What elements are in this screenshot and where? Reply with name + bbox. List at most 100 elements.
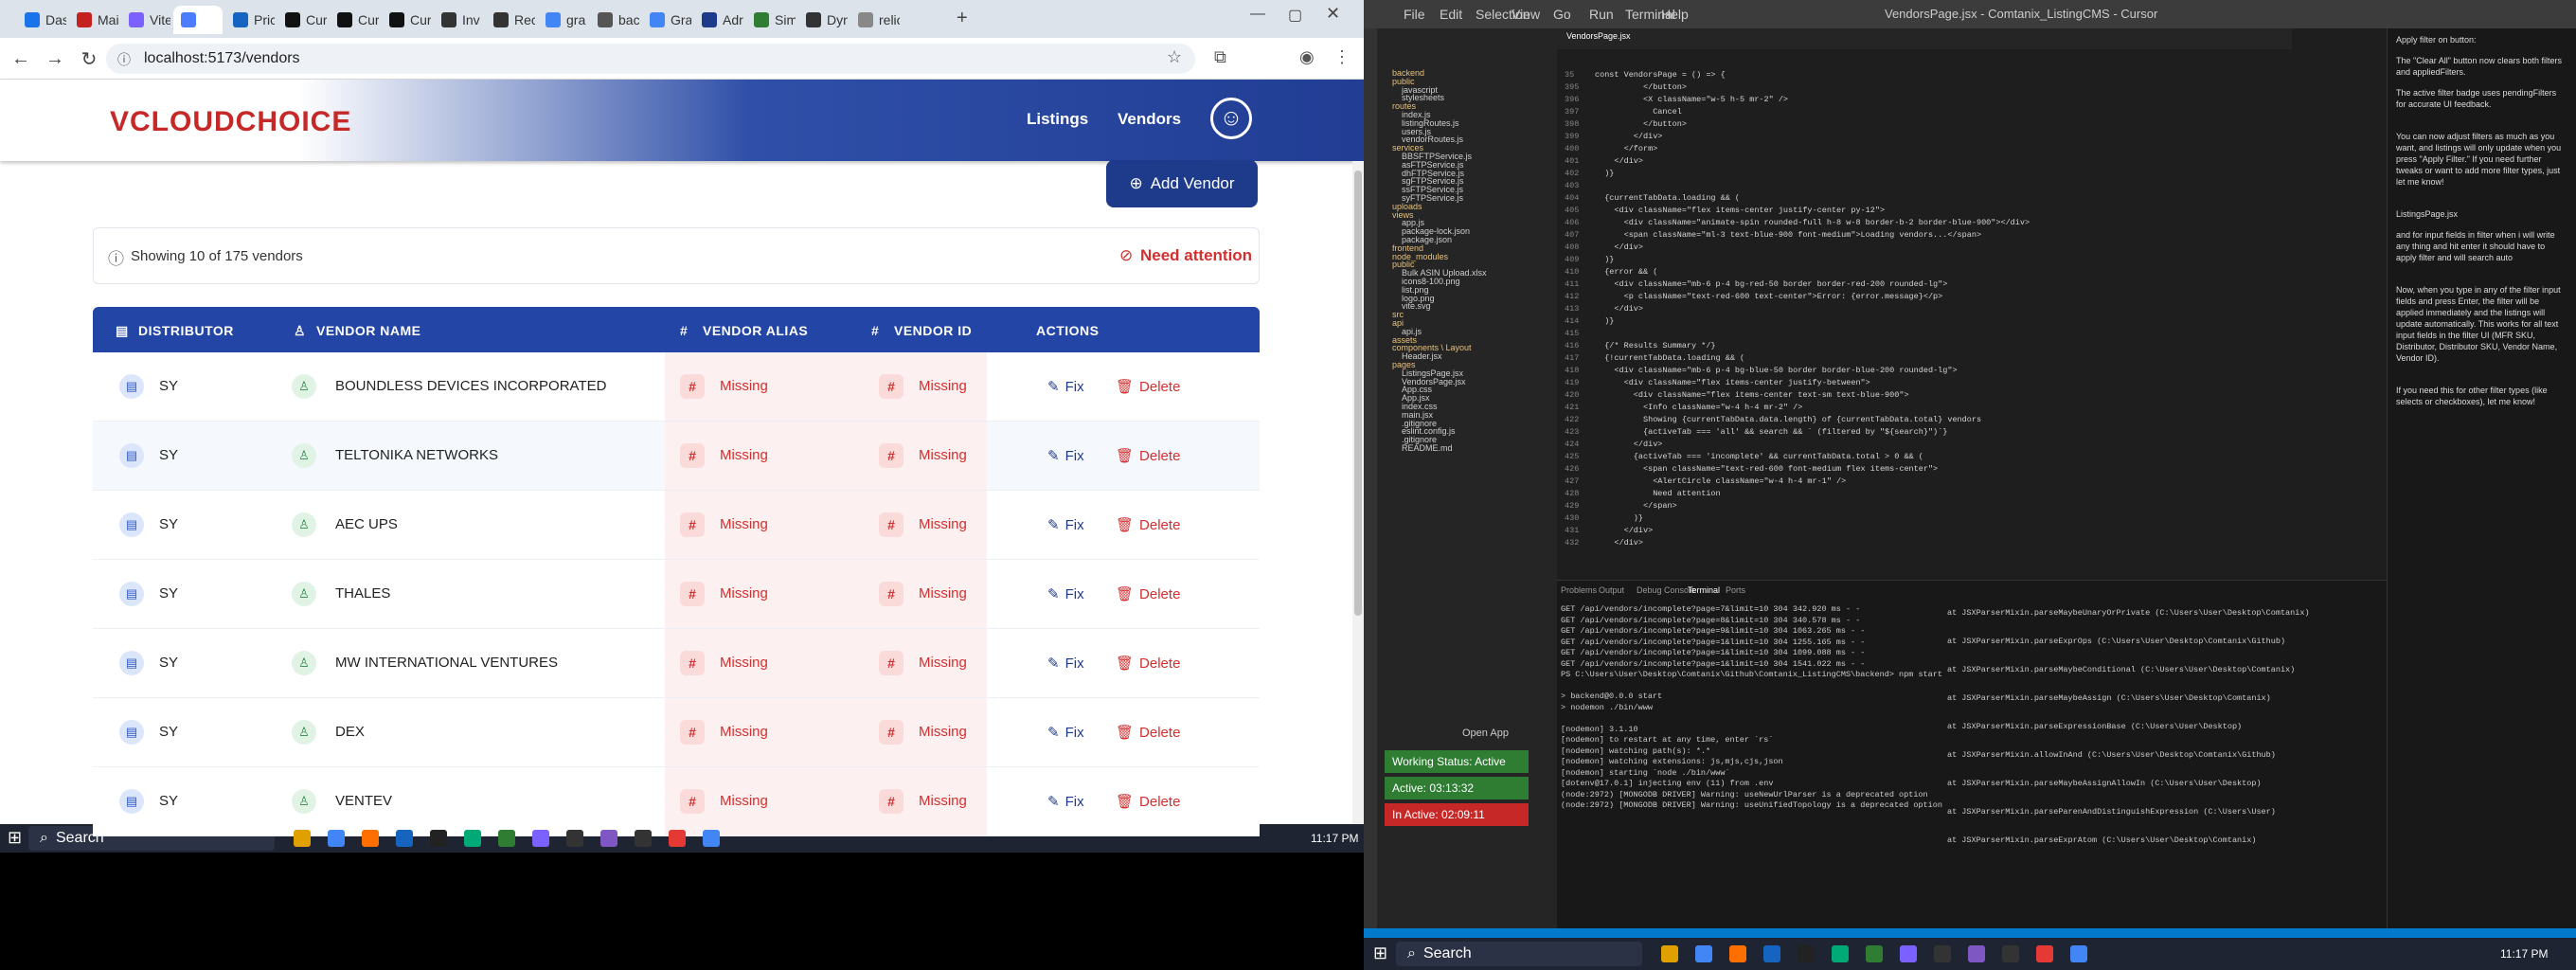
- taskbar-app-icon-right[interactable]: [1661, 945, 1678, 962]
- taskbar-app-icon[interactable]: [396, 830, 413, 847]
- tree-item[interactable]: vite.svg: [1402, 301, 1431, 311]
- taskbar-app-icon-right[interactable]: [1832, 945, 1849, 962]
- browser-tab[interactable]: Curs: [382, 6, 431, 34]
- taskbar-app-icon[interactable]: [669, 830, 686, 847]
- browser-tab[interactable]: Pric: [225, 6, 275, 34]
- delete-button[interactable]: 🗑 Delete: [1116, 516, 1180, 533]
- browser-tab[interactable]: Sim: [746, 6, 796, 34]
- menu-go[interactable]: Go: [1553, 7, 1571, 22]
- tree-item[interactable]: README.md: [1402, 443, 1453, 453]
- taskbar-app-icon[interactable]: [703, 830, 720, 847]
- fix-button[interactable]: ✎ Fix: [1047, 447, 1084, 464]
- taskbar-app-icon-right[interactable]: [1968, 945, 1985, 962]
- panel-tab[interactable]: Ports: [1726, 585, 1745, 595]
- browser-tab[interactable]: Dyn: [798, 6, 848, 34]
- delete-button[interactable]: 🗑 Delete: [1116, 793, 1180, 810]
- new-tab-icon[interactable]: +: [957, 8, 968, 29]
- minimize-icon[interactable]: —: [1250, 6, 1265, 23]
- taskbar-app-icon[interactable]: [294, 830, 311, 847]
- taskbar-app-icon[interactable]: [498, 830, 515, 847]
- taskbar-app-icon-right[interactable]: [1866, 945, 1883, 962]
- taskbar-search-input-right[interactable]: ⌕ Search: [1396, 942, 1642, 966]
- delete-button[interactable]: 🗑 Delete: [1116, 378, 1180, 395]
- browser-tab[interactable]: bac: [590, 6, 639, 34]
- add-vendor-button[interactable]: ⊕ Add Vendor: [1106, 160, 1258, 207]
- taskbar-app-icon[interactable]: [600, 830, 617, 847]
- browser-tab-label: bac: [618, 12, 639, 27]
- browser-tab[interactable]: Curs: [277, 6, 327, 34]
- url-input[interactable]: localhost:5173/vendors: [106, 44, 1195, 74]
- menu-edit[interactable]: Edit: [1440, 7, 1462, 22]
- delete-button[interactable]: 🗑 Delete: [1116, 447, 1180, 464]
- site-info-icon[interactable]: ⓘ: [117, 50, 131, 69]
- taskbar-app-icon[interactable]: [328, 830, 345, 847]
- app-logo[interactable]: VCLOUDCHOICE: [110, 106, 351, 138]
- fix-button[interactable]: ✎ Fix: [1047, 378, 1084, 395]
- editor-tab-vendorspage[interactable]: VendorsPage.jsx: [1566, 31, 1631, 41]
- open-app-link[interactable]: Open App: [1462, 728, 1509, 739]
- delete-button[interactable]: 🗑 Delete: [1116, 585, 1180, 602]
- menu-file[interactable]: File: [1404, 7, 1425, 22]
- panel-tab[interactable]: Debug Console: [1637, 585, 1695, 595]
- taskbar-app-icon-right[interactable]: [2002, 945, 2019, 962]
- user-avatar-icon[interactable]: ☺: [1210, 98, 1252, 139]
- fix-button[interactable]: ✎ Fix: [1047, 655, 1084, 672]
- taskbar-app-icon[interactable]: [464, 830, 481, 847]
- browser-tab[interactable]: Das: [17, 6, 66, 34]
- taskbar-app-icon-right[interactable]: [1695, 945, 1712, 962]
- taskbar-app-icon-right[interactable]: [1798, 945, 1815, 962]
- delete-button[interactable]: 🗑 Delete: [1116, 655, 1180, 672]
- browser-tab[interactable]: Mai: [69, 6, 118, 34]
- browser-tab[interactable]: relic: [850, 6, 900, 34]
- taskbar-app-icon-right[interactable]: [1763, 945, 1780, 962]
- delete-button[interactable]: 🗑 Delete: [1116, 724, 1180, 741]
- taskbar-app-icon[interactable]: [566, 830, 583, 847]
- browser-tab[interactable]: Rec: [486, 6, 535, 34]
- nav-vendors-link[interactable]: Vendors: [1118, 110, 1181, 129]
- back-icon[interactable]: ←: [8, 45, 34, 72]
- panel-tab[interactable]: Output: [1599, 585, 1624, 595]
- browser-tab[interactable]: Gra: [642, 6, 691, 34]
- browser-tab[interactable]: Inv: [434, 6, 483, 34]
- browser-tab[interactable]: Curs: [330, 6, 379, 34]
- menu-run[interactable]: Run: [1589, 7, 1614, 22]
- panel-tab[interactable]: Terminal: [1688, 585, 1720, 595]
- fix-button[interactable]: ✎ Fix: [1047, 793, 1084, 810]
- profile-icon[interactable]: ◉: [1299, 47, 1315, 67]
- col-id-icon: #: [871, 323, 880, 338]
- fix-button[interactable]: ✎ Fix: [1047, 724, 1084, 741]
- taskbar-app-icon-right[interactable]: [1729, 945, 1746, 962]
- nav-listings-link[interactable]: Listings: [1027, 110, 1088, 129]
- browser-tab[interactable]: Vite: [121, 6, 170, 34]
- trash-icon: 🗑: [1116, 656, 1135, 672]
- taskbar-app-icon-right[interactable]: [1934, 945, 1951, 962]
- taskbar-app-icon[interactable]: [430, 830, 447, 847]
- taskbar-app-icon-right[interactable]: [2036, 945, 2053, 962]
- browser-tab[interactable]: Adr: [694, 6, 743, 34]
- maximize-icon[interactable]: ▢: [1288, 6, 1302, 25]
- reload-icon[interactable]: ↻: [76, 45, 102, 72]
- code-line: )}: [1595, 255, 1615, 264]
- line-number: 395: [1565, 82, 1580, 92]
- browser-menu-icon[interactable]: ⋮: [1333, 47, 1351, 67]
- fix-button[interactable]: ✎ Fix: [1047, 516, 1084, 533]
- close-icon[interactable]: ✕: [1326, 4, 1340, 24]
- taskbar-app-icon[interactable]: [635, 830, 652, 847]
- taskbar-app-icon[interactable]: [362, 830, 379, 847]
- windows-start-icon[interactable]: ⊞: [8, 828, 22, 848]
- bookmark-star-icon[interactable]: ☆: [1167, 47, 1182, 67]
- browser-tab[interactable]: gra: [538, 6, 587, 34]
- menu-help[interactable]: Help: [1661, 7, 1689, 22]
- menu-view[interactable]: View: [1512, 7, 1540, 22]
- panel-tab[interactable]: Problems: [1561, 585, 1597, 595]
- taskbar-app-icon[interactable]: [532, 830, 549, 847]
- extensions-icon[interactable]: ⧉: [1214, 47, 1226, 67]
- taskbar-app-icon-right[interactable]: [2070, 945, 2087, 962]
- minimap[interactable]: [2292, 49, 2387, 580]
- browser-tab[interactable]: [173, 6, 223, 34]
- windows-start-icon-right[interactable]: ⊞: [1373, 943, 1387, 963]
- forward-icon[interactable]: →: [42, 45, 68, 72]
- fix-button[interactable]: ✎ Fix: [1047, 585, 1084, 602]
- page-scrollbar-thumb[interactable]: [1354, 171, 1362, 616]
- taskbar-app-icon-right[interactable]: [1900, 945, 1917, 962]
